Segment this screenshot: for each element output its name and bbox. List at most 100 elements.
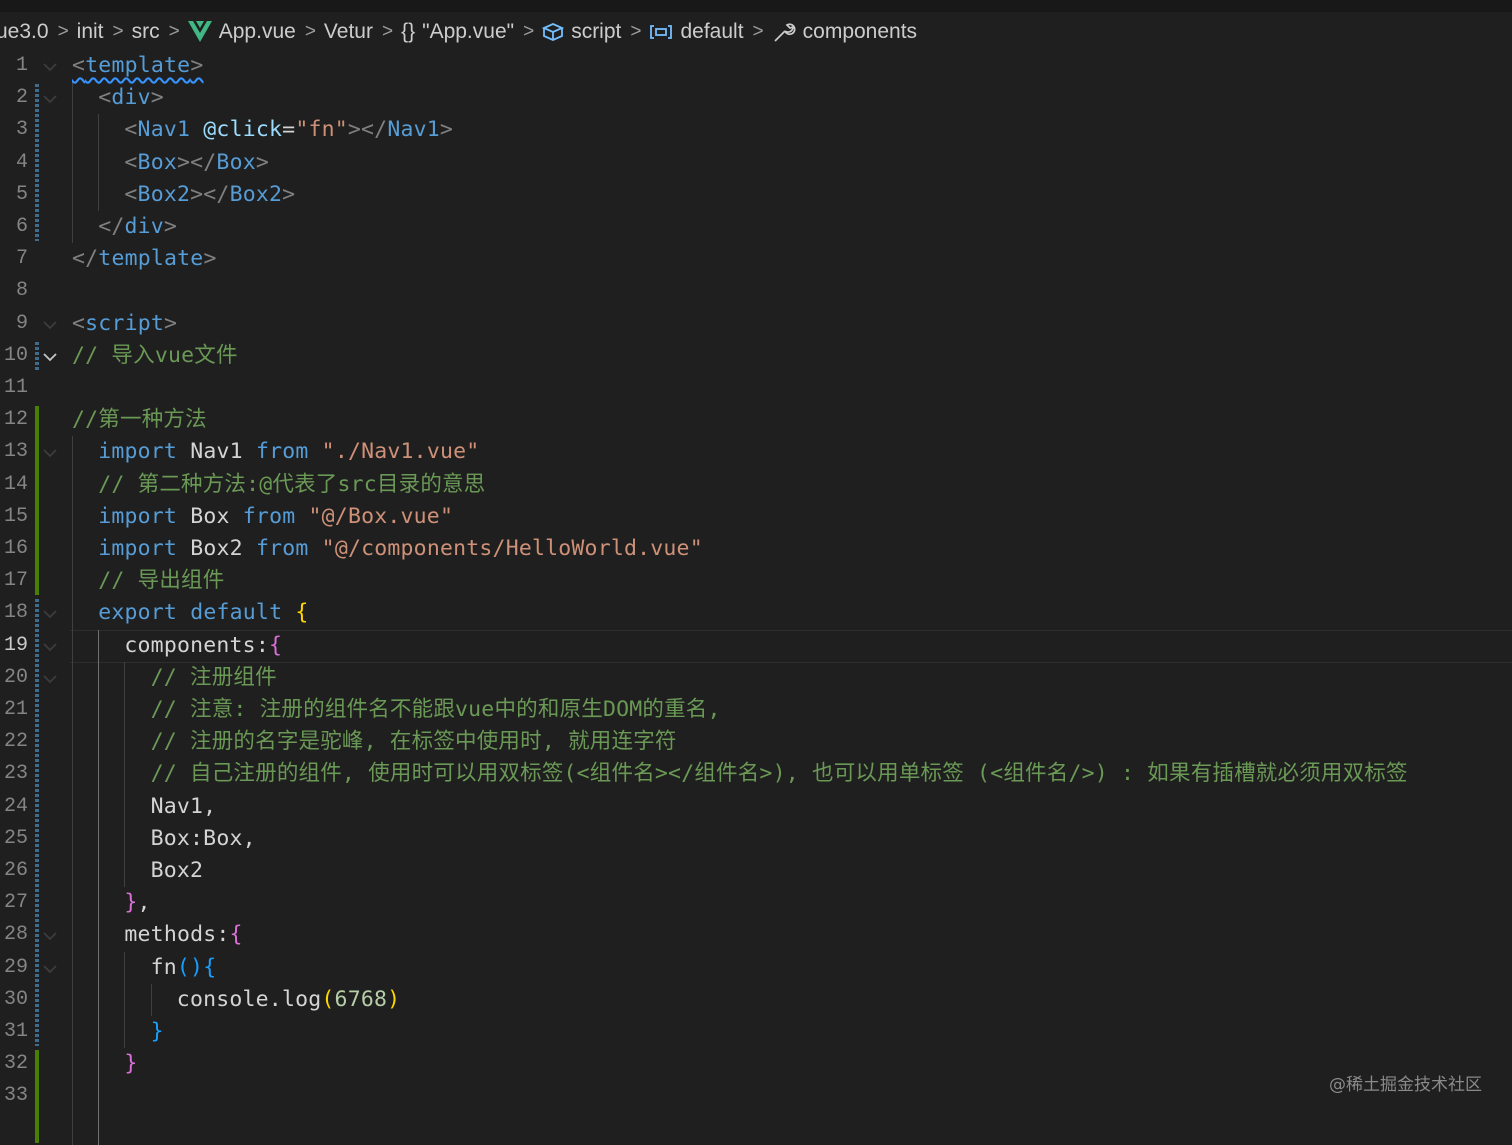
code-line[interactable]: 1 <template> [0, 50, 1512, 82]
breadcrumb-item-src[interactable]: src > [132, 20, 188, 44]
code-line[interactable]: 31} [0, 1016, 1512, 1048]
fold-chevron-icon[interactable] [43, 928, 57, 942]
fold-chevron-icon[interactable] [43, 91, 57, 105]
code-line[interactable]: 28 methods:{ [0, 919, 1512, 951]
line-number: 9 [15, 311, 28, 335]
line-number: 15 [3, 504, 28, 528]
fold-chevron-icon[interactable] [43, 961, 57, 975]
code-token: script [85, 310, 165, 336]
fold-chevron-icon[interactable] [43, 59, 57, 73]
code-text: <Nav1 @click="fn"></Nav1> [124, 114, 453, 146]
code-line[interactable]: 33 [0, 1080, 1512, 1112]
code-text: // 自己注册的组件, 使用时可以用双标签(<组件名></组件名>), 也可以用… [151, 758, 1408, 790]
code-line[interactable]: 4 <Box></Box> [0, 147, 1512, 179]
code-text: <script> [72, 308, 177, 340]
code-line[interactable]: 29 fn(){ [0, 952, 1512, 984]
line-number: 32 [3, 1052, 28, 1076]
code-token: { [203, 954, 217, 980]
code-line[interactable]: 6 </div> [0, 211, 1512, 243]
fold-chevron-icon[interactable] [43, 639, 57, 653]
code-token: Box:Box, [150, 825, 256, 851]
line-number: 28 [3, 923, 28, 947]
line-number: 19 [3, 633, 28, 657]
code-token: // 注册组件 [150, 664, 277, 690]
code-line[interactable]: 26 Box2 [0, 855, 1512, 887]
fold-chevron-icon[interactable] [43, 606, 57, 620]
breadcrumb-item-init[interactable]: init > [77, 20, 132, 44]
code-editor[interactable]: 1 <template> 2 <div> 3 <Nav1 @click="fn"></Na… [0, 50, 1512, 1145]
code-token: > [439, 117, 454, 143]
breadcrumb-item-app-vue[interactable]: App.vue > [187, 20, 324, 44]
code-text: import Box from "@/Box.vue" [98, 501, 453, 533]
code-token: , [137, 890, 151, 916]
code-line[interactable]: 8 [0, 275, 1512, 307]
code-token: 6768 [334, 986, 388, 1012]
chevron-right-icon: > [168, 21, 180, 42]
code-text: </template> [72, 243, 217, 275]
code-line[interactable]: 7 </template> [0, 243, 1512, 275]
code-line[interactable]: 30 console.log(6768) [0, 984, 1512, 1016]
code-line[interactable]: 14 // 第二种方法:@代表了src目录的意思 [0, 469, 1512, 501]
code-line[interactable]: 12 //第一种方法 [0, 404, 1512, 436]
code-line[interactable]: 21 // 注意: 注册的组件名不能跟vue中的和原生DOM的重名, [0, 694, 1512, 726]
code-token: "./Nav1.vue" [321, 439, 480, 465]
fold-chevron-icon[interactable] [43, 317, 57, 331]
breadcrumb-item-components[interactable]: components [772, 20, 917, 44]
code-line[interactable]: 15 import Box from "@/Box.vue" [0, 501, 1512, 533]
line-number: 33 [3, 1084, 28, 1108]
code-token: </ [98, 214, 125, 239]
breadcrumb-item-folder-root[interactable]: ue3.0 > [0, 20, 77, 44]
code-text: Nav1, [151, 791, 217, 823]
code-token: //第一种方法 [72, 407, 207, 433]
code-line[interactable]: 17 // 导出组件 [0, 565, 1512, 597]
code-line[interactable]: 2 <div> [0, 82, 1512, 114]
code-token: "@/components/HelloWorld.vue" [321, 536, 703, 561]
chevron-down-icon[interactable] [43, 349, 57, 363]
code-text: } [124, 1048, 137, 1080]
code-line[interactable]: 20 // 注册组件 [0, 662, 1512, 694]
code-token: > [150, 85, 164, 111]
code-line[interactable]: 22 // 注册的名字是驼峰, 在标签中使用时, 就用连字符 [0, 726, 1512, 758]
fold-chevron-icon[interactable] [43, 445, 57, 459]
line-number: 31 [3, 1020, 28, 1043]
code-token: { [229, 922, 243, 948]
line-number: 20 [3, 665, 28, 689]
breadcrumb-item-vetur[interactable]: Vetur > [324, 20, 401, 44]
vue-logo-icon [187, 21, 212, 43]
breadcrumb-item-default[interactable]: default > [649, 20, 771, 44]
code-line[interactable]: 24 Nav1, [0, 791, 1512, 823]
code-text: <Box></Box> [124, 147, 269, 179]
code-token: Box2 [229, 181, 283, 207]
code-text: <div> [98, 82, 164, 114]
breadcrumb-item-script[interactable]: script > [542, 20, 649, 44]
code-line[interactable]: 16 import Box2 from "@/components/HelloWo… [0, 533, 1512, 565]
code-text: export default { [98, 597, 308, 629]
code-token: > [255, 149, 270, 175]
code-line[interactable]: 3 <Nav1 @click="fn"></Nav1> [0, 114, 1512, 146]
line-number: 25 [3, 826, 28, 850]
code-line[interactable]: 10 // 导入vue文件 [0, 340, 1512, 372]
fold-chevron-icon[interactable] [43, 671, 57, 685]
code-token: } [150, 1019, 164, 1044]
code-token: > [190, 53, 204, 78]
variable-icon [649, 23, 673, 41]
code-line[interactable]: 13 import Nav1 from "./Nav1.vue" [0, 436, 1512, 468]
breadcrumb-label: script [571, 20, 622, 43]
code-line[interactable]: 25 Box:Box, [0, 823, 1512, 855]
code-text: <Box2></Box2> [124, 179, 295, 211]
breadcrumb-item-app-vue-symbol[interactable]: {} "App.vue" > [401, 20, 542, 44]
code-token: > [163, 214, 178, 239]
code-line[interactable]: 5 <Box2></Box2> [0, 179, 1512, 211]
code-line[interactable]: 11 [0, 372, 1512, 404]
code-line[interactable]: 9 <script> [0, 308, 1512, 340]
wrench-icon [772, 21, 796, 43]
line-number: 7 [15, 247, 28, 271]
watermark: @稀土掘金技术社区 [1329, 1075, 1482, 1095]
code-token: ( [321, 986, 335, 1012]
code-line[interactable]: 18 export default { [0, 597, 1512, 629]
code-line[interactable]: 32} [0, 1048, 1512, 1080]
code-text: console.log(6768) [177, 984, 400, 1016]
code-line[interactable]: 27}, [0, 887, 1512, 919]
code-line[interactable]: 19 components:{ [0, 630, 1512, 662]
code-line[interactable]: 23 // 自己注册的组件, 使用时可以用双标签(<组件名></组件名>), 也可… [0, 758, 1512, 790]
